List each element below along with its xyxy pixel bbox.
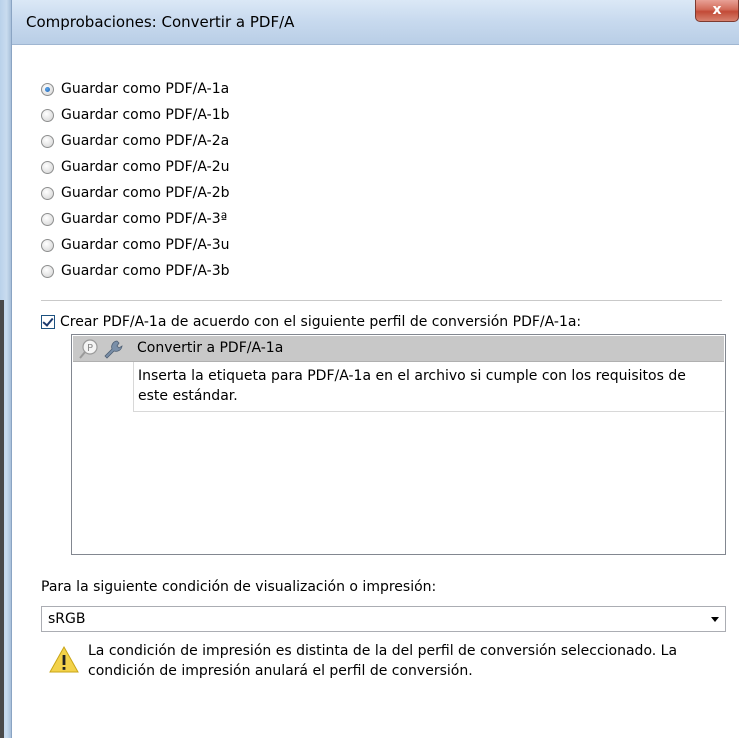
condition-select[interactable]: sRGB xyxy=(41,606,726,632)
radio-button[interactable] xyxy=(41,134,54,148)
radio-label: Guardar como PDF/A-2u xyxy=(61,159,230,175)
dialog-content: Guardar como PDF/A-1a Guardar como PDF/A-… xyxy=(12,45,739,738)
pdfa-option[interactable]: Guardar como PDF/A-1b xyxy=(41,105,230,125)
profile-description: Inserta la etiqueta para PDF/A-1a en el … xyxy=(133,362,724,412)
svg-text:P: P xyxy=(87,343,93,354)
profile-name: Convertir a PDF/A-1a xyxy=(137,340,284,356)
profile-list[interactable]: P Convertir a PDF/A-1a Inserta la etique… xyxy=(71,334,726,555)
radio-button[interactable] xyxy=(41,264,54,278)
profile-item-selected[interactable]: P Convertir a PDF/A-1a xyxy=(73,336,724,362)
create-profile-row[interactable]: Crear PDF/A-1a de acuerdo con el siguien… xyxy=(41,313,581,331)
radio-label: Guardar como PDF/A-3ª xyxy=(61,211,228,227)
condition-label: Para la siguiente condición de visualiza… xyxy=(41,579,437,595)
pdfa-option[interactable]: Guardar como PDF/A-3ª xyxy=(41,209,227,229)
create-profile-checkbox[interactable] xyxy=(41,315,55,329)
radio-label: Guardar como PDF/A-1b xyxy=(61,107,230,123)
pdfa-option[interactable]: Guardar como PDF/A-2b xyxy=(41,183,230,203)
wrench-icon xyxy=(104,340,123,359)
radio-button[interactable] xyxy=(41,160,54,174)
condition-selected-value: sRGB xyxy=(48,611,86,627)
create-profile-label: Crear PDF/A-1a de acuerdo con el siguien… xyxy=(60,314,582,330)
window-left-border xyxy=(0,0,12,738)
radio-label: Guardar como PDF/A-3u xyxy=(61,237,230,253)
close-icon: x xyxy=(712,2,722,18)
magnifier-profile-icon: P xyxy=(79,339,98,359)
radio-button[interactable] xyxy=(41,108,54,122)
radio-label: Guardar como PDF/A-2a xyxy=(61,133,230,149)
warning-text: La condición de impresión es distinta de… xyxy=(88,643,678,679)
pdfa-option[interactable]: Guardar como PDF/A-3b xyxy=(41,261,230,281)
radio-button[interactable] xyxy=(41,212,54,226)
pdfa-option[interactable]: Guardar como PDF/A-3u xyxy=(41,235,230,255)
pdfa-option[interactable]: Guardar como PDF/A-2u xyxy=(41,157,230,177)
warning-icon xyxy=(49,645,79,673)
window-title: Comprobaciones: Convertir a PDF/A xyxy=(26,13,295,31)
radio-button[interactable] xyxy=(41,186,54,200)
pdfa-option[interactable]: Guardar como PDF/A-2a xyxy=(41,131,229,151)
close-button[interactable]: x xyxy=(695,0,739,22)
radio-label: Guardar como PDF/A-3b xyxy=(61,263,230,279)
chevron-down-icon[interactable] xyxy=(711,617,719,622)
radio-label: Guardar como PDF/A-2b xyxy=(61,185,230,201)
pdfa-option[interactable]: Guardar como PDF/A-1a xyxy=(41,79,229,99)
radio-label: Guardar como PDF/A-1a xyxy=(61,81,230,97)
separator xyxy=(41,300,722,301)
radio-button[interactable] xyxy=(41,82,54,96)
radio-button[interactable] xyxy=(41,238,54,252)
title-bar[interactable]: Comprobaciones: Convertir a PDF/A x xyxy=(12,0,739,45)
